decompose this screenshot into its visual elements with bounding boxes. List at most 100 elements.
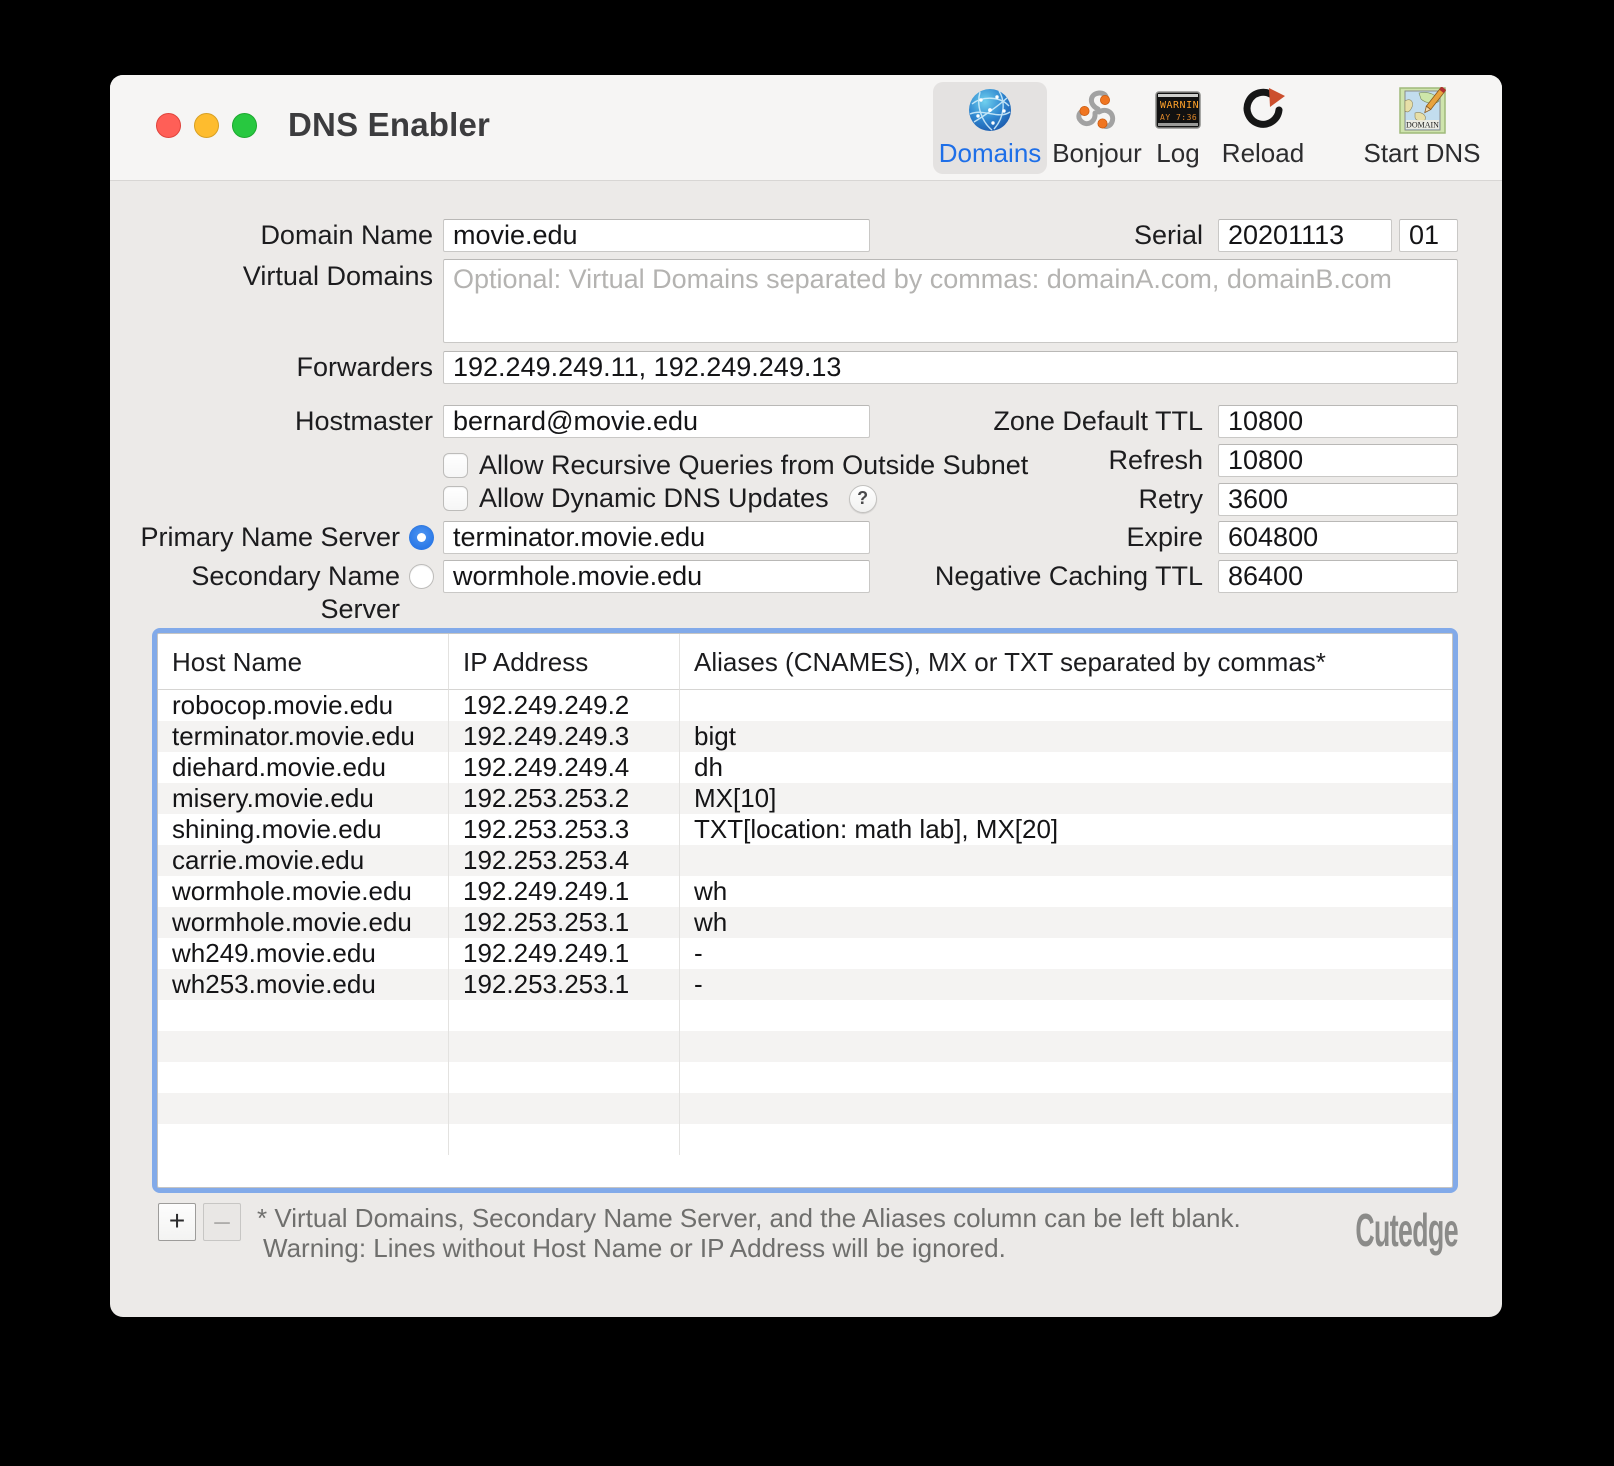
table-cell[interactable] [680, 1093, 1452, 1124]
serial-label: Serial [1133, 220, 1203, 250]
table-cell[interactable] [158, 1093, 449, 1124]
table-cell[interactable] [680, 845, 1452, 876]
table-row[interactable]: wormhole.movie.edu 192.253.253.1 wh [158, 907, 1452, 938]
table-cell[interactable]: 192.249.249.4 [449, 752, 680, 783]
negative-caching-ttl-input[interactable] [1218, 560, 1458, 593]
tab-reload-label: Reload [1221, 138, 1305, 168]
table-cell[interactable]: 192.249.249.2 [449, 690, 680, 721]
refresh-input[interactable] [1218, 444, 1458, 477]
table-row-empty[interactable] [158, 1093, 1452, 1124]
table-cell[interactable] [158, 1124, 449, 1155]
table-cell[interactable]: terminator.movie.edu [158, 721, 449, 752]
tab-log[interactable]: WARNIN AY 7:36 P Log [1143, 82, 1213, 174]
table-row[interactable]: wormhole.movie.edu 192.249.249.1 wh [158, 876, 1452, 907]
table-cell[interactable]: TXT[location: math lab], MX[20] [680, 814, 1452, 845]
expire-input[interactable] [1218, 521, 1458, 554]
svg-text:DOMAIN: DOMAIN [1406, 120, 1439, 129]
table-cell[interactable]: 192.253.253.2 [449, 783, 680, 814]
table-cell[interactable]: MX[10] [680, 783, 1452, 814]
table-row-empty[interactable] [158, 1062, 1452, 1093]
table-cell[interactable]: dh [680, 752, 1452, 783]
table-row[interactable]: terminator.movie.edu 192.249.249.3 bigt [158, 721, 1452, 752]
hosts-table-body: robocop.movie.edu 192.249.249.2 terminator… [158, 690, 1452, 1155]
table-cell[interactable] [680, 1031, 1452, 1062]
table-cell[interactable] [449, 1062, 680, 1093]
table-cell[interactable]: 192.253.253.1 [449, 969, 680, 1000]
zone-default-ttl-label: Zone Default TTL [993, 406, 1203, 436]
table-cell[interactable] [449, 1031, 680, 1062]
bonjour-icon [1042, 82, 1152, 138]
table-row-empty[interactable] [158, 1031, 1452, 1062]
reload-arrow-icon [1213, 82, 1313, 138]
negative-caching-ttl-label: Negative Caching TTL [934, 561, 1203, 591]
table-cell[interactable] [680, 690, 1452, 721]
virtual-domains-label: Virtual Domains [242, 261, 433, 291]
table-cell[interactable]: - [680, 969, 1452, 1000]
expire-label: Expire [1126, 522, 1203, 552]
table-cell[interactable]: bigt [680, 721, 1452, 752]
table-cell[interactable] [158, 1000, 449, 1031]
table-cell[interactable] [158, 1062, 449, 1093]
table-cell[interactable]: 192.249.249.1 [449, 938, 680, 969]
dns-enabler-window: DNS Enabler Domains Bonjour WARNIN AY 7:… [110, 75, 1502, 1317]
serial-input[interactable] [1218, 219, 1392, 252]
table-cell[interactable]: wh [680, 907, 1452, 938]
table-cell[interactable]: misery.movie.edu [158, 783, 449, 814]
table-cell[interactable]: 192.253.253.3 [449, 814, 680, 845]
table-cell[interactable]: carrie.movie.edu [158, 845, 449, 876]
table-row[interactable]: wh253.movie.edu 192.253.253.1- [158, 969, 1452, 1000]
table-cell[interactable] [680, 1000, 1452, 1031]
table-row[interactable]: wh249.movie.edu 192.249.249.1- [158, 938, 1452, 969]
serial-suffix-input[interactable] [1399, 219, 1458, 252]
table-cell[interactable] [158, 1031, 449, 1062]
table-cell[interactable]: wh [680, 876, 1452, 907]
table-cell[interactable] [449, 1000, 680, 1031]
table-cell[interactable]: 192.253.253.4 [449, 845, 680, 876]
tab-domains[interactable]: Domains [933, 82, 1047, 174]
table-cell[interactable]: wormhole.movie.edu [158, 876, 449, 907]
tab-reload[interactable]: Reload [1213, 82, 1313, 174]
table-cell[interactable] [449, 1124, 680, 1155]
table-cell[interactable]: diehard.movie.edu [158, 752, 449, 783]
minimize-window-button[interactable] [194, 113, 219, 138]
table-cell[interactable]: 192.249.249.1 [449, 876, 680, 907]
table-row[interactable]: misery.movie.edu 192.253.253.2 MX[10] [158, 783, 1452, 814]
hosts-table: Host Name IP Address Aliases (CNAMES), M… [152, 628, 1458, 1193]
table-cell[interactable]: 192.253.253.1 [449, 907, 680, 938]
column-header-host-name[interactable]: Host Name [158, 634, 449, 690]
table-row[interactable]: carrie.movie.edu 192.253.253.4 [158, 845, 1452, 876]
table-cell[interactable]: wormhole.movie.edu [158, 907, 449, 938]
table-row[interactable]: diehard.movie.edu 192.249.249.4 dh [158, 752, 1452, 783]
forwarders-input[interactable] [443, 351, 1458, 384]
table-cell[interactable]: - [680, 938, 1452, 969]
table-cell[interactable]: shining.movie.edu [158, 814, 449, 845]
table-cell[interactable]: wh253.movie.edu [158, 969, 449, 1000]
table-cell[interactable] [680, 1062, 1452, 1093]
table-cell[interactable] [680, 1124, 1452, 1155]
footnote-line1: * Virtual Domains, Secondary Name Server… [257, 1203, 1241, 1233]
table-cell[interactable]: robocop.movie.edu [158, 690, 449, 721]
tab-bonjour[interactable]: Bonjour [1042, 82, 1152, 174]
zone-default-ttl-input[interactable] [1218, 405, 1458, 438]
retry-input[interactable] [1218, 483, 1458, 516]
table-row[interactable]: shining.movie.edu 192.253.253.3 TXT[locati… [158, 814, 1452, 845]
table-row[interactable]: robocop.movie.edu 192.249.249.2 [158, 690, 1452, 721]
column-header-aliases[interactable]: Aliases (CNAMES), MX or TXT separated by… [680, 634, 1452, 690]
table-row-empty[interactable] [158, 1124, 1452, 1155]
zoom-window-button[interactable] [232, 113, 257, 138]
close-window-button[interactable] [156, 113, 181, 138]
table-row-empty[interactable] [158, 1000, 1452, 1031]
remove-row-button[interactable]: – [203, 1203, 241, 1241]
column-header-ip-address[interactable]: IP Address [449, 634, 680, 690]
table-cell[interactable] [449, 1093, 680, 1124]
add-row-button[interactable]: + [158, 1203, 196, 1241]
tab-start-dns[interactable]: DOMAIN Start DNS [1355, 82, 1489, 174]
table-cell[interactable]: 192.249.249.3 [449, 721, 680, 752]
virtual-domains-textarea[interactable] [443, 259, 1458, 343]
refresh-label: Refresh [1108, 445, 1203, 475]
globe-network-icon [933, 82, 1047, 138]
tab-bonjour-label: Bonjour [1052, 138, 1142, 168]
table-cell[interactable]: wh249.movie.edu [158, 938, 449, 969]
footnote-line2: Warning: Lines without Host Name or IP A… [263, 1233, 1006, 1263]
tab-log-label: Log [1156, 138, 1200, 168]
